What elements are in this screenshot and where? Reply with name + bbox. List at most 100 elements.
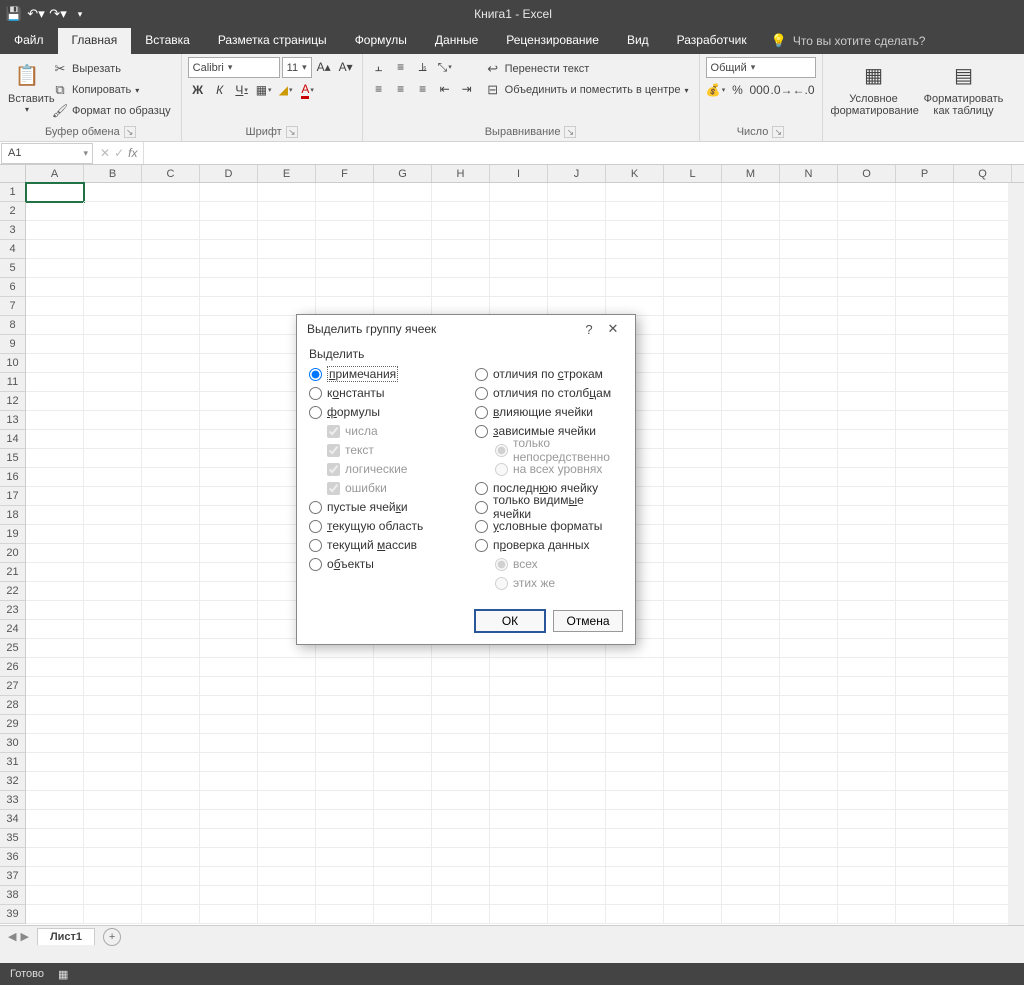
cell[interactable] (142, 373, 200, 392)
cell[interactable] (954, 506, 1012, 525)
cell[interactable] (142, 202, 200, 221)
row-header[interactable]: 26 (0, 658, 26, 677)
cell[interactable] (838, 829, 896, 848)
cell[interactable] (548, 278, 606, 297)
cell[interactable] (606, 810, 664, 829)
cell[interactable] (896, 297, 954, 316)
cell[interactable] (548, 202, 606, 221)
cell[interactable] (258, 810, 316, 829)
cell[interactable] (548, 810, 606, 829)
comma-button[interactable]: 000 (750, 80, 770, 100)
cell[interactable] (490, 829, 548, 848)
cell[interactable] (258, 848, 316, 867)
cell[interactable] (142, 430, 200, 449)
cell[interactable] (84, 525, 142, 544)
row-header[interactable]: 11 (0, 373, 26, 392)
cell[interactable] (84, 867, 142, 886)
row-header[interactable]: 24 (0, 620, 26, 639)
column-header[interactable]: F (316, 165, 374, 182)
cell[interactable] (664, 373, 722, 392)
cell[interactable] (142, 354, 200, 373)
option-visible[interactable]: только видимые ячейки (475, 498, 623, 516)
cell[interactable] (200, 639, 258, 658)
cell[interactable] (374, 772, 432, 791)
cell[interactable] (374, 259, 432, 278)
cell[interactable] (780, 677, 838, 696)
cell[interactable] (606, 905, 664, 924)
cell[interactable] (838, 886, 896, 905)
cell[interactable] (200, 335, 258, 354)
cell[interactable] (548, 240, 606, 259)
cell[interactable] (490, 905, 548, 924)
cell[interactable] (838, 354, 896, 373)
cell[interactable] (200, 525, 258, 544)
cell[interactable] (374, 753, 432, 772)
cell[interactable] (490, 867, 548, 886)
cell[interactable] (722, 734, 780, 753)
cell[interactable] (664, 601, 722, 620)
cell[interactable] (200, 278, 258, 297)
cell[interactable] (896, 563, 954, 582)
cell[interactable] (838, 544, 896, 563)
cell[interactable] (200, 905, 258, 924)
cell[interactable] (954, 867, 1012, 886)
cell[interactable] (374, 829, 432, 848)
option-data-validation[interactable]: проверка данных (475, 536, 623, 554)
clipboard-launcher-icon[interactable]: ↘ (124, 126, 136, 138)
cell[interactable] (722, 411, 780, 430)
cell[interactable] (26, 658, 84, 677)
cell[interactable] (26, 221, 84, 240)
cell[interactable] (838, 715, 896, 734)
cell[interactable] (258, 886, 316, 905)
cell[interactable] (142, 506, 200, 525)
cell[interactable] (200, 297, 258, 316)
cell[interactable] (780, 221, 838, 240)
cell[interactable] (780, 639, 838, 658)
tell-me-search[interactable]: 💡 Что вы хотите сделать? (761, 28, 936, 54)
cell[interactable] (780, 658, 838, 677)
option-constants[interactable]: константы (309, 384, 457, 402)
wrap-text-button[interactable]: ↩Перенести текст (485, 59, 689, 79)
sheet-tab[interactable]: Лист1 (37, 928, 95, 945)
cell[interactable] (84, 639, 142, 658)
font-size-combo[interactable]: 11 (282, 57, 312, 78)
cell[interactable] (26, 183, 84, 202)
cell[interactable] (722, 449, 780, 468)
cell[interactable] (606, 677, 664, 696)
cell[interactable] (142, 544, 200, 563)
horizontal-scrollbar[interactable] (0, 947, 1024, 963)
cell[interactable] (722, 202, 780, 221)
row-header[interactable]: 12 (0, 392, 26, 411)
cell[interactable] (722, 468, 780, 487)
cell[interactable] (896, 734, 954, 753)
cell[interactable] (84, 829, 142, 848)
cell[interactable] (142, 525, 200, 544)
cell[interactable] (26, 202, 84, 221)
cell[interactable] (664, 715, 722, 734)
cell[interactable] (838, 525, 896, 544)
cell[interactable] (490, 696, 548, 715)
sheet-nav-prev-icon[interactable]: ◀ (8, 930, 16, 943)
cell[interactable] (142, 867, 200, 886)
cell[interactable] (26, 810, 84, 829)
row-header[interactable]: 6 (0, 278, 26, 297)
cell[interactable] (838, 506, 896, 525)
column-header[interactable]: J (548, 165, 606, 182)
cell[interactable] (142, 658, 200, 677)
cell[interactable] (722, 259, 780, 278)
cell[interactable] (26, 582, 84, 601)
cell[interactable] (722, 430, 780, 449)
cell[interactable] (258, 905, 316, 924)
cell[interactable] (84, 715, 142, 734)
cell[interactable] (258, 791, 316, 810)
cell[interactable] (838, 183, 896, 202)
cell[interactable] (26, 791, 84, 810)
cell[interactable] (896, 696, 954, 715)
cell[interactable] (954, 544, 1012, 563)
row-header[interactable]: 33 (0, 791, 26, 810)
cell[interactable] (780, 772, 838, 791)
italic-button[interactable]: К (210, 80, 230, 100)
cell[interactable] (722, 297, 780, 316)
cell[interactable] (954, 734, 1012, 753)
cell[interactable] (432, 240, 490, 259)
